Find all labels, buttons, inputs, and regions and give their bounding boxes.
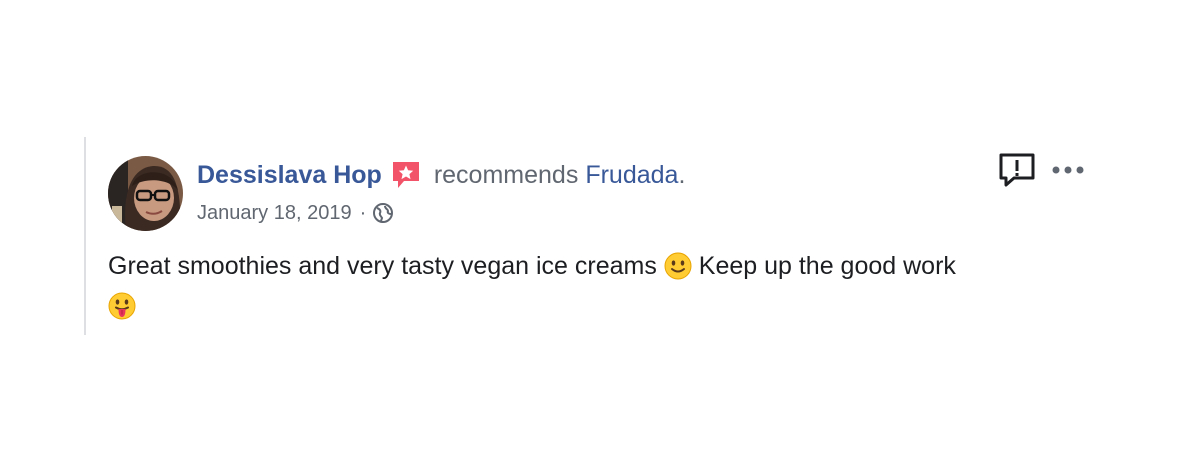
- slightly-smiling-face-icon: [664, 252, 692, 280]
- review-text: Great smoothies and very tasty vegan ice…: [108, 246, 1108, 326]
- post-left-border: [84, 137, 86, 335]
- report-icon[interactable]: [998, 152, 1036, 188]
- more-options-icon[interactable]: [1050, 160, 1086, 180]
- avatar-image: [108, 156, 183, 231]
- post-meta: January 18, 2019 ·: [197, 200, 394, 226]
- meta-separator: ·: [359, 201, 367, 224]
- review-text-part2: Keep up the good work: [698, 252, 956, 280]
- face-with-tongue-icon: [108, 292, 136, 320]
- recommendation-badge-icon: [390, 159, 422, 191]
- author-name-link[interactable]: Dessislava Hop: [197, 161, 382, 190]
- post-date-link[interactable]: January 18, 2019: [197, 202, 352, 225]
- globe-icon[interactable]: [372, 202, 394, 224]
- header-punctuation: .: [678, 160, 686, 189]
- page-name-link[interactable]: Frudada: [585, 161, 678, 190]
- recommends-text: recommends: [433, 160, 579, 189]
- review-text-part1: Great smoothies and very tasty vegan ice…: [108, 252, 657, 280]
- avatar[interactable]: [108, 156, 183, 231]
- post-header: Dessislava Hop recommends Frudada .: [197, 159, 685, 191]
